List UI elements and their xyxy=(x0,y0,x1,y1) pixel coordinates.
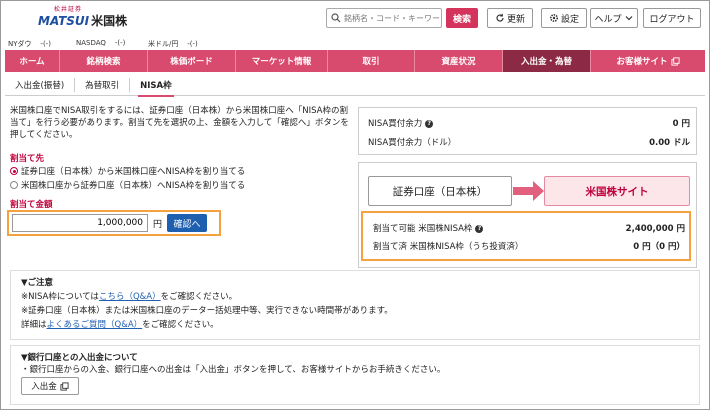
search-button[interactable]: 検索 xyxy=(446,8,478,28)
nisa-qa-link[interactable]: こちら（Q&A） xyxy=(99,292,161,302)
intro-text: 米国株口座でNISA取引をするには、証券口座（日本株）から米国株口座へ「NISA… xyxy=(10,106,349,140)
search-input[interactable] xyxy=(344,13,440,23)
allocatable-row: 割当て可能 米国株NISA枠? 2,400,000 円 xyxy=(373,222,685,234)
bank-line: ・銀行口座からの入金、銀行口座への出金は「入出金」ボタンを押して、お客様サイトか… xyxy=(21,365,446,375)
ticker-usdjpy: 米ドル/円 -(-) xyxy=(148,40,198,48)
search-box[interactable] xyxy=(326,8,442,28)
allocation-amount-label: 割当て金額 xyxy=(10,200,53,210)
main-nav: ホーム 銘柄検索 株価ボード マーケット情報 取引 資産状況 入出金・為替 お客… xyxy=(5,50,705,72)
nisa-buying-power-value: 0 円 xyxy=(672,119,690,129)
tab-nisa[interactable]: NISA枠 xyxy=(130,74,181,97)
sub-tabs: 入出金(振替) 為替取引 NISA枠 xyxy=(5,74,705,97)
nav-stock-search[interactable]: 銘柄検索 xyxy=(60,50,148,72)
deposit-withdraw-label: 入出金 xyxy=(31,382,57,392)
refresh-label: 更新 xyxy=(506,14,525,25)
allocatable-label: 割当て可能 米国株NISA枠 xyxy=(373,224,473,234)
arrow-right-icon xyxy=(513,181,544,201)
logo-brand: MATSUI xyxy=(38,14,90,28)
question-icon[interactable]: ? xyxy=(475,224,484,233)
nisa-buying-power-usd-row: NISA買付余力（ドル） 0.00 ドル xyxy=(368,136,690,148)
allocated-row: 割当て済 米国株NISA枠（うち投資済） 0 円（0 円） xyxy=(373,240,685,252)
chevron-down-icon xyxy=(625,16,632,21)
ticker-nydow: NYダウ -(-) xyxy=(8,40,51,48)
help-button[interactable]: ヘルプ xyxy=(590,8,638,28)
allocation-status-box: 割当て可能 米国株NISA枠? 2,400,000 円 割当て済 米国株NISA… xyxy=(361,211,691,261)
amount-unit: 円 xyxy=(153,219,163,230)
us-stock-site-button[interactable]: 米国株サイト xyxy=(544,176,690,206)
radio-jp-to-us-label: 証券口座（日本株）から米国株口座へNISA枠を割り当てる xyxy=(21,167,246,177)
search-icon xyxy=(331,13,341,23)
deposit-withdraw-button[interactable]: 入出金 xyxy=(21,377,79,395)
logout-button[interactable]: ログアウト xyxy=(643,8,701,28)
nav-assets[interactable]: 資産状況 xyxy=(415,50,503,72)
logo-kanji: 米国株 xyxy=(91,14,128,28)
notes-line-1: ※NISA枠についてはこちら（Q&A）をご確認ください。 xyxy=(21,292,238,302)
notes-section: ▼ご注意 ※NISA枠についてはこちら（Q&A）をご確認ください。 ※証券口座（… xyxy=(10,270,700,340)
external-link-icon xyxy=(670,56,680,66)
nisa-buying-power-row: NISA買付余力? 0 円 xyxy=(368,117,690,129)
tab-fx-trade[interactable]: 為替取引 xyxy=(75,77,131,92)
nav-price-board[interactable]: 株価ボード xyxy=(148,50,236,72)
radio-jp-to-us[interactable]: 証券口座（日本株）から米国株口座へNISA枠を割り当てる xyxy=(10,165,245,177)
confirm-button[interactable]: 確認へ xyxy=(167,214,208,232)
amount-highlight: 円 確認へ xyxy=(7,210,221,236)
ticker-nasdaq: NASDAQ -(-) xyxy=(76,39,126,47)
nav-trade[interactable]: 取引 xyxy=(328,50,415,72)
nisa-buying-power-usd-value: 0.00 ドル xyxy=(649,138,690,148)
bank-title: ▼銀行口座との入出金について xyxy=(21,353,138,363)
radio-us-to-jp-label: 米国株口座から証券口座（日本株）へNISA枠を割り当てる xyxy=(21,181,246,191)
nav-customer-site[interactable]: お客様サイト xyxy=(591,50,705,72)
external-link-icon xyxy=(60,381,69,391)
bank-section: ▼銀行口座との入出金について ・銀行口座からの入金、銀行口座への出金は「入出金」… xyxy=(10,345,700,405)
settings-button[interactable]: 設定 xyxy=(541,8,587,28)
tab-deposit-transfer[interactable]: 入出金(振替) xyxy=(5,77,76,92)
refresh-icon xyxy=(496,13,504,22)
question-icon[interactable]: ? xyxy=(425,119,434,128)
nav-market-info[interactable]: マーケット情報 xyxy=(236,50,328,72)
nav-customer-site-label: お客様サイト xyxy=(616,57,668,67)
buying-power-panel: NISA買付余力? 0 円 NISA買付余力（ドル） 0.00 ドル xyxy=(358,107,697,155)
allocated-value: 0 円（0 円） xyxy=(633,242,685,252)
nisa-buying-power-usd-label: NISA買付余力（ドル） xyxy=(368,138,457,148)
radio-unselected-icon[interactable] xyxy=(10,181,18,189)
gear-icon xyxy=(549,13,558,23)
logo[interactable]: 松井証券 MATSUI 米国株 xyxy=(38,4,127,29)
nisa-buying-power-label: NISA買付余力 xyxy=(368,119,423,129)
nav-home[interactable]: ホーム xyxy=(5,50,60,72)
faq-link[interactable]: よくあるご質問（Q&A） xyxy=(47,320,143,330)
notes-line-2: ※証券口座（日本株）または米国株口座のデーター括処理中等、実行できない時間帯があ… xyxy=(21,306,393,316)
amount-input[interactable] xyxy=(12,214,148,232)
allocation-dest-label: 割当て先 xyxy=(10,154,45,164)
help-label: ヘルプ xyxy=(594,14,622,25)
notes-title: ▼ご注意 xyxy=(21,278,54,288)
radio-us-to-jp[interactable]: 米国株口座から証券口座（日本株）へNISA枠を割り当てる xyxy=(10,179,245,191)
nav-deposit-fx[interactable]: 入出金・為替 xyxy=(503,50,591,72)
allocated-label: 割当て済 米国株NISA枠（うち投資済） xyxy=(373,242,524,252)
radio-selected-icon[interactable] xyxy=(10,167,18,175)
allocatable-value: 2,400,000 円 xyxy=(625,224,685,234)
jp-account-button[interactable]: 証券口座（日本株） xyxy=(368,176,512,206)
refresh-button[interactable]: 更新 xyxy=(487,8,533,28)
settings-label: 設定 xyxy=(560,14,579,25)
notes-line-3: 詳細はよくあるご質問（Q&A）をご確認ください。 xyxy=(21,320,219,330)
